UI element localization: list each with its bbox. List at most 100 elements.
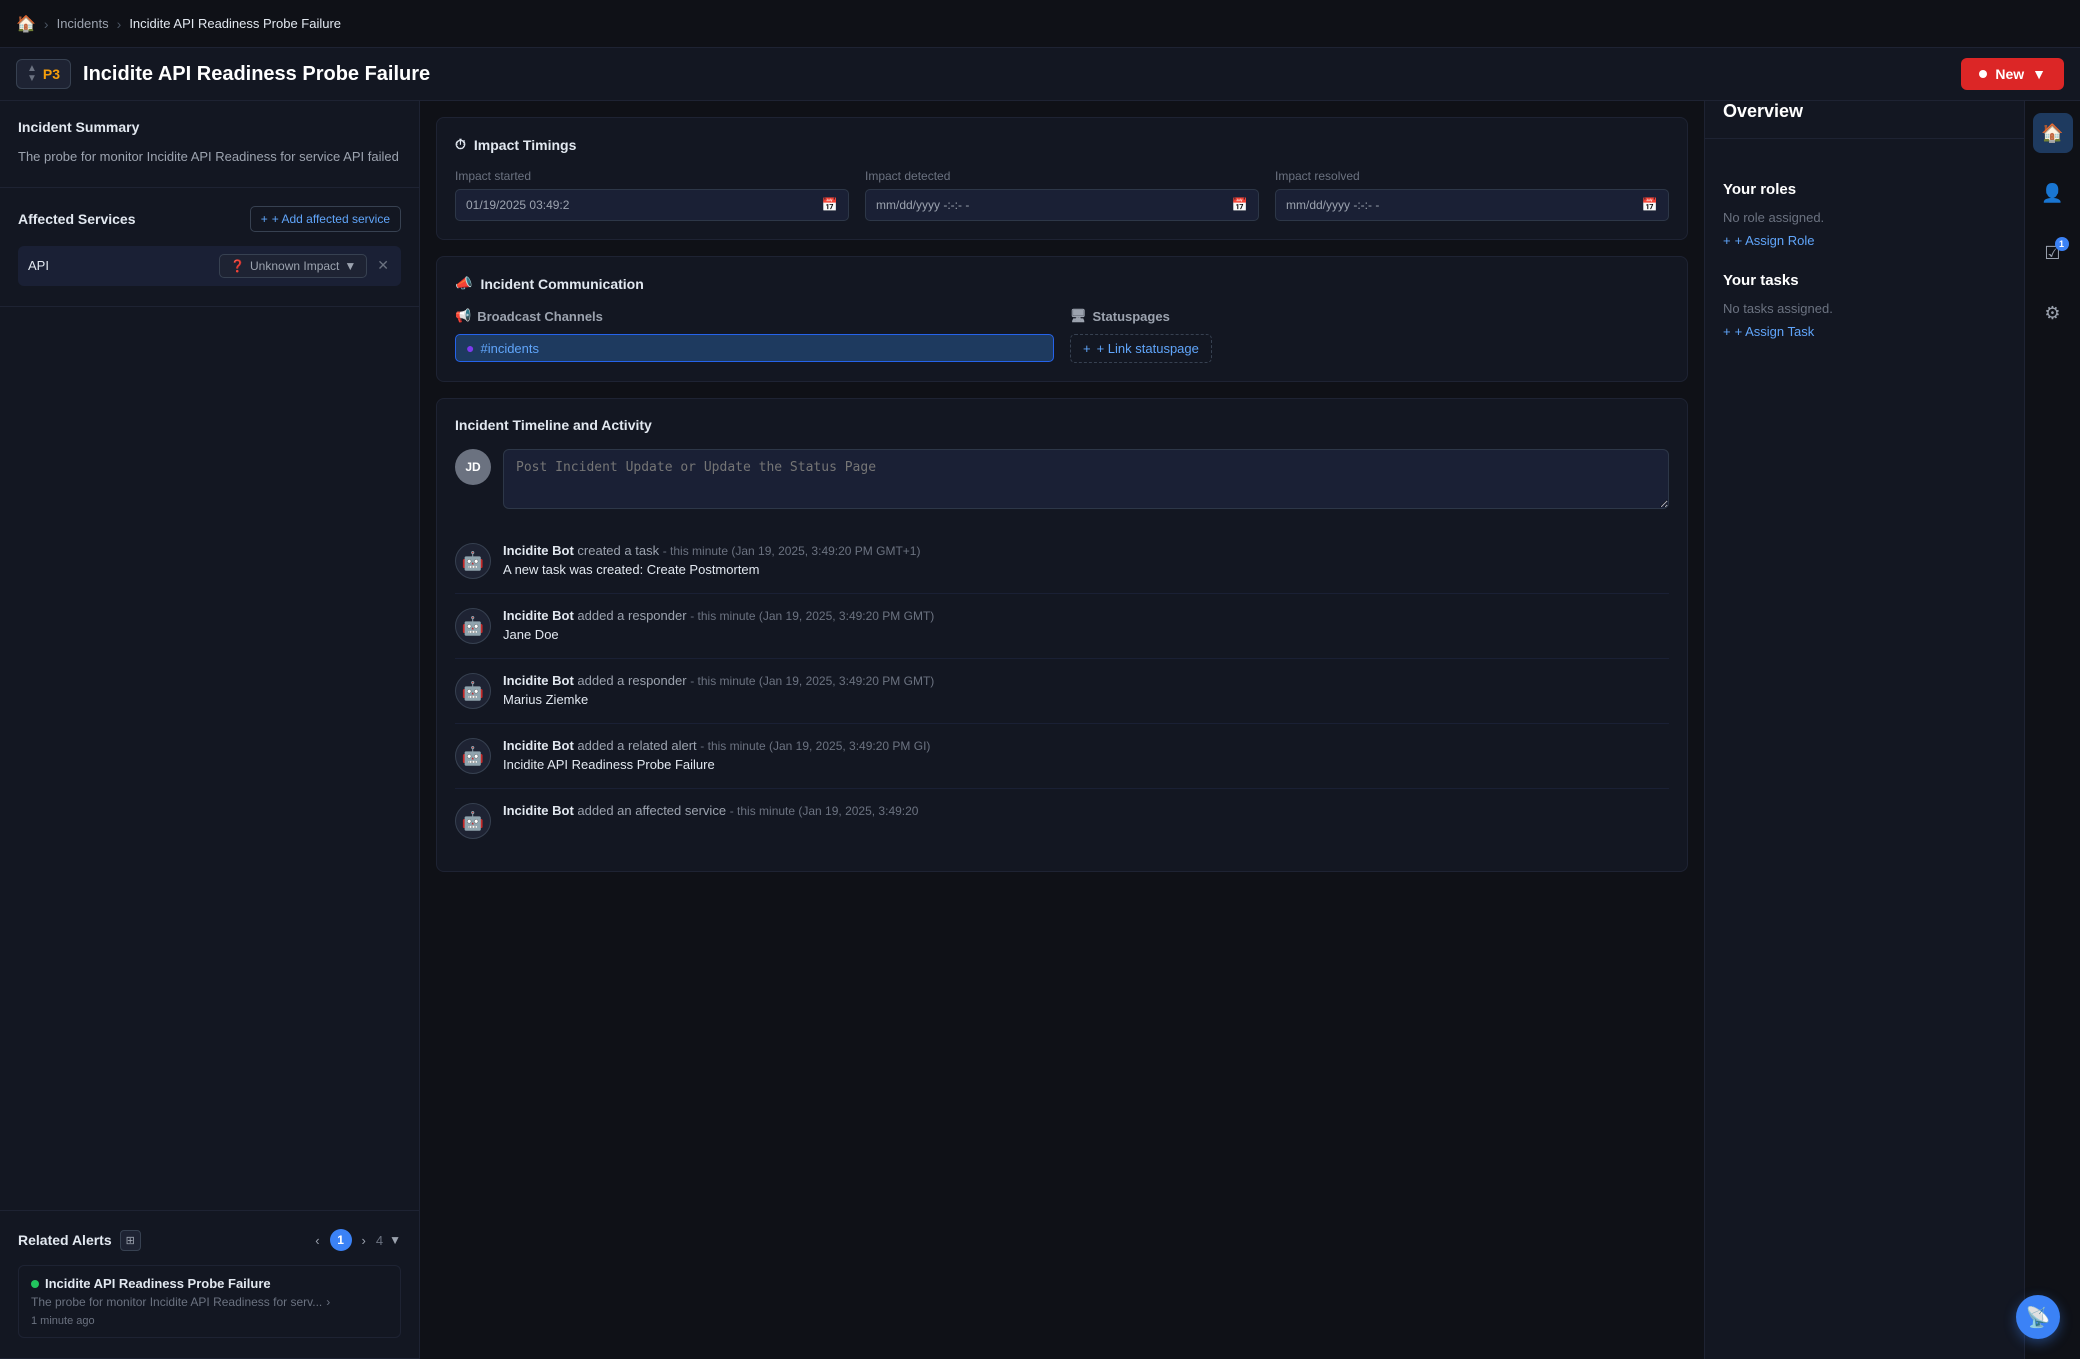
roles-empty: No role assigned.: [1723, 210, 2006, 225]
left-panel: Incident Summary The probe for monitor I…: [0, 101, 420, 1359]
broadcast-section: 📢 Broadcast Channels ● #incidents: [455, 308, 1054, 363]
entry-header-2: Incidite Bot added a responder - this mi…: [503, 673, 1669, 688]
entry-action-0: created a task: [577, 543, 659, 558]
assign-role-button[interactable]: + + Assign Role: [1723, 233, 2006, 248]
entry-header-0: Incidite Bot created a task - this minut…: [503, 543, 1669, 558]
summary-text: The probe for monitor Incidite API Readi…: [18, 147, 401, 167]
timeline-entry-4: 🤖 Incidite Bot added an affected service…: [455, 789, 1669, 853]
assign-task-button[interactable]: + + Assign Task: [1723, 324, 2006, 339]
impact-timings-card: ⏱ Impact Timings Impact started 01/19/20…: [436, 117, 1688, 240]
user-nav-button[interactable]: 👤: [2033, 173, 2073, 213]
bot-avatar-4: 🤖: [455, 803, 491, 839]
alert-time: 1 minute ago: [31, 1315, 388, 1327]
spacer: [0, 307, 419, 1212]
timing-resolved: Impact resolved mm/dd/yyyy -:-:- - 📅: [1275, 169, 1669, 221]
statuspage-section: 🖥 Statuspages + + Link statuspage: [1070, 308, 1669, 363]
status-chevron-icon: ▼: [2032, 66, 2046, 82]
overview-label: Overview: [1705, 101, 2024, 139]
prev-page-button[interactable]: ‹: [311, 1231, 323, 1250]
user-avatar: JD: [455, 449, 491, 485]
timeline-entry-1: 🤖 Incidite Bot added a responder - this …: [455, 594, 1669, 659]
timeline-entry-0: 🤖 Incidite Bot created a task - this min…: [455, 529, 1669, 594]
assign-task-label: + Assign Task: [1735, 324, 1815, 339]
calendar-resolved-icon: 📅: [1642, 197, 1658, 213]
alert-status-dot: [31, 1280, 39, 1288]
entry-actor-2: Incidite Bot: [503, 673, 574, 688]
impact-icon: ❓: [230, 259, 245, 273]
clock-icon: ⏱: [455, 136, 466, 153]
breadcrumb-current: Incidite API Readiness Probe Failure: [129, 16, 341, 31]
affected-header: Affected Services + + Add affected servi…: [18, 206, 401, 232]
timeline-input[interactable]: [503, 449, 1669, 509]
link-statuspage-button[interactable]: + + Link statuspage: [1070, 334, 1212, 363]
roles-section: Your roles No role assigned. + + Assign …: [1723, 181, 2006, 248]
timeline-title: Incident Timeline and Activity: [455, 417, 1669, 433]
communication-grid: 📢 Broadcast Channels ● #incidents 🖥 Stat…: [455, 308, 1669, 363]
timing-started-input[interactable]: 01/19/2025 03:49:2 📅: [455, 189, 849, 221]
timing-detected-value: mm/dd/yyyy -:-:- -: [876, 198, 969, 212]
bot-avatar-2: 🤖: [455, 673, 491, 709]
add-affected-service-button[interactable]: + + Add affected service: [250, 206, 401, 232]
entry-time-3: - this minute (Jan 19, 2025, 3:49:20 PM …: [700, 739, 930, 753]
timing-started: Impact started 01/19/2025 03:49:2 📅: [455, 169, 849, 221]
link-statuspage-label: + Link statuspage: [1097, 341, 1199, 356]
grid-view-button[interactable]: ⊞: [120, 1230, 141, 1251]
timing-detected: Impact detected mm/dd/yyyy -:-:- - 📅: [865, 169, 1259, 221]
tasks-empty: No tasks assigned.: [1723, 301, 2006, 316]
statuspage-icon: 🖥: [1070, 308, 1087, 324]
remove-service-button[interactable]: ✕: [375, 257, 391, 274]
plus-icon: +: [261, 212, 268, 226]
float-action-button[interactable]: 📡: [2016, 1295, 2060, 1339]
home-icon[interactable]: 🏠: [16, 14, 36, 34]
tasks-badge: 1: [2055, 237, 2069, 251]
entry-body-1: Jane Doe: [503, 627, 1669, 642]
entry-action-3: added a related alert: [577, 738, 696, 753]
channel-tag[interactable]: ● #incidents: [455, 334, 1054, 362]
timing-resolved-label: Impact resolved: [1275, 169, 1669, 183]
home-nav-button[interactable]: 🏠: [2033, 113, 2073, 153]
incident-summary-section: Incident Summary The probe for monitor I…: [0, 101, 419, 188]
alert-name: Incidite API Readiness Probe Failure: [45, 1276, 271, 1291]
timing-detected-input[interactable]: mm/dd/yyyy -:-:- - 📅: [865, 189, 1259, 221]
breadcrumb-incidents[interactable]: Incidents: [57, 16, 109, 31]
incident-title: Incidite API Readiness Probe Failure: [83, 63, 430, 86]
priority-label: P3: [43, 66, 60, 82]
affected-services-title: Affected Services: [18, 211, 136, 227]
entry-header-3: Incidite Bot added a related alert - thi…: [503, 738, 1669, 753]
add-service-label: + Add affected service: [272, 212, 390, 226]
tasks-section: Your tasks No tasks assigned. + + Assign…: [1723, 272, 2006, 339]
timing-started-label: Impact started: [455, 169, 849, 183]
expand-alerts-button[interactable]: ▼: [389, 1233, 401, 1247]
next-page-button[interactable]: ›: [358, 1231, 370, 1250]
priority-chevrons: ▲▼: [27, 64, 37, 84]
total-pages: 4: [376, 1233, 383, 1248]
plus-icon: +: [1723, 324, 1731, 339]
bot-avatar-0: 🤖: [455, 543, 491, 579]
timing-detected-label: Impact detected: [865, 169, 1259, 183]
entry-actor-3: Incidite Bot: [503, 738, 574, 753]
plus-icon: +: [1723, 233, 1731, 248]
sub-header: ▲▼ P3 Incidite API Readiness Probe Failu…: [0, 48, 2080, 101]
status-label: New: [1995, 66, 2024, 82]
status-button[interactable]: New ▼: [1961, 58, 2064, 90]
settings-nav-button[interactable]: ⚙: [2033, 293, 2073, 333]
alert-description: The probe for monitor Incidite API Readi…: [31, 1295, 388, 1309]
communication-card: 📣 Incident Communication 📢 Broadcast Cha…: [436, 256, 1688, 382]
timing-resolved-input[interactable]: mm/dd/yyyy -:-:- - 📅: [1275, 189, 1669, 221]
timing-started-value: 01/19/2025 03:49:2: [466, 198, 569, 212]
impact-badge[interactable]: ❓ Unknown Impact ▼: [219, 254, 367, 278]
related-alerts-header: Related Alerts ⊞ ‹ 1 › 4 ▼: [18, 1229, 401, 1251]
priority-badge[interactable]: ▲▼ P3: [16, 59, 71, 89]
impact-chevron-icon: ▼: [344, 259, 356, 273]
entry-actor-1: Incidite Bot: [503, 608, 574, 623]
calendar-icon: 📅: [822, 197, 838, 213]
tasks-nav-button[interactable]: ☑ 1: [2033, 233, 2073, 273]
alert-item[interactable]: Incidite API Readiness Probe Failure The…: [18, 1265, 401, 1338]
center-panel: ⏱ Impact Timings Impact started 01/19/20…: [420, 101, 1704, 1359]
assign-role-label: + Assign Role: [1735, 233, 1815, 248]
bot-avatar-1: 🤖: [455, 608, 491, 644]
entry-body-2: Marius Ziemke: [503, 692, 1669, 707]
entry-time-4: - this minute (Jan 19, 2025, 3:49:20: [730, 804, 919, 818]
statuspage-label: 🖥 Statuspages: [1070, 308, 1669, 324]
timing-resolved-value: mm/dd/yyyy -:-:- -: [1286, 198, 1379, 212]
